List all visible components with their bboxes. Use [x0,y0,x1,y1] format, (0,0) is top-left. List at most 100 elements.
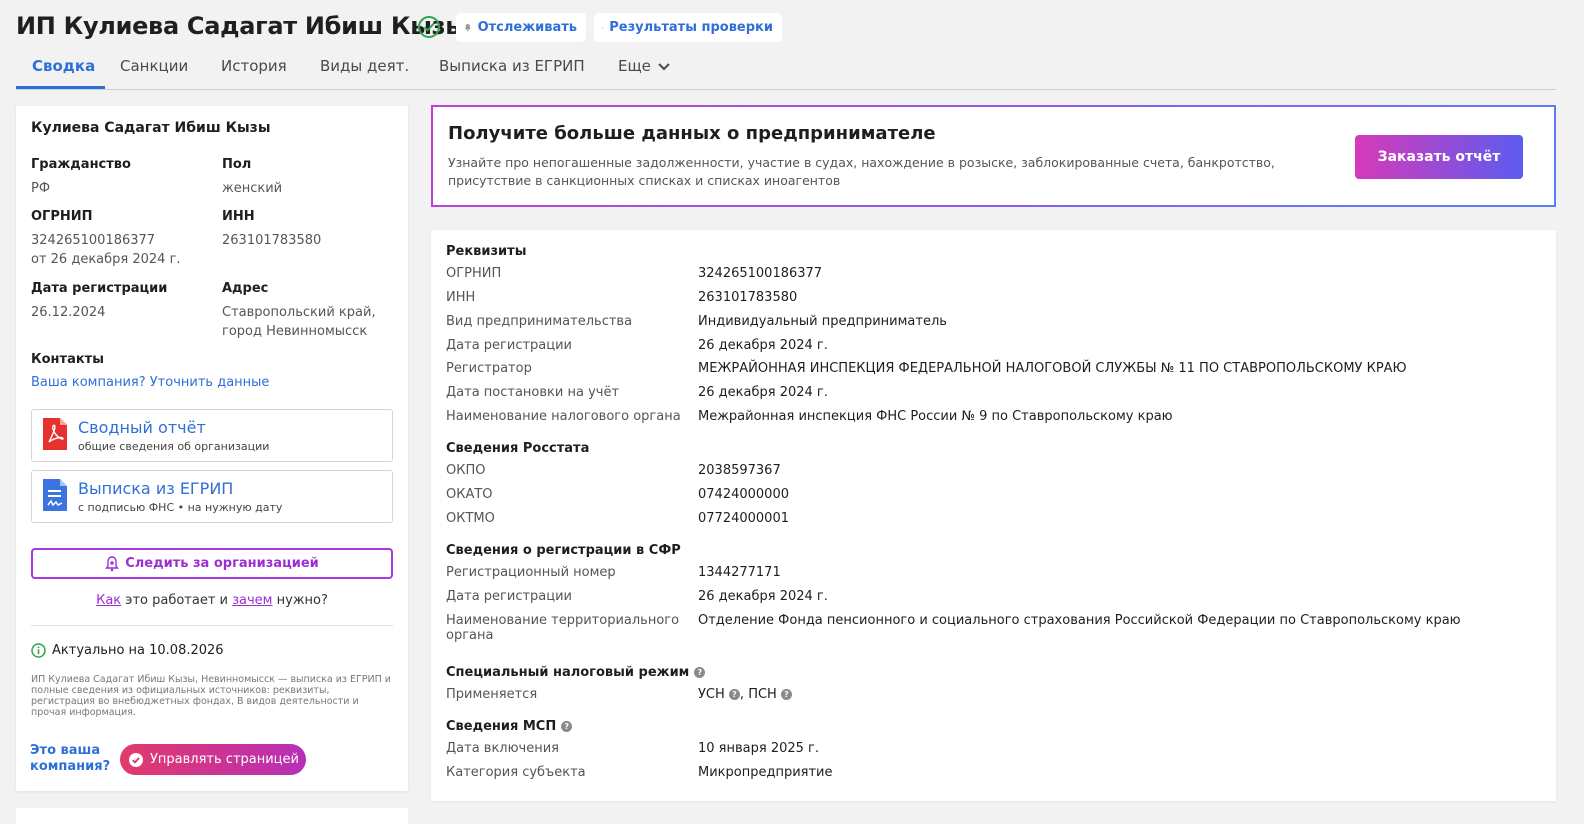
info-icon [31,643,46,658]
sfr-key: Дата регистрации [446,589,573,604]
page-title: ИП Кулиева Садагат Ибиш Кызы [16,12,467,40]
ogrnip-label: ОГРНИП [31,209,93,224]
req-value: Межрайонная инспекция ФНС России № 9 по … [698,409,1173,424]
req-value: 26 декабря 2024 г. [698,338,828,353]
req-key: Дата постановки на учёт [446,385,620,400]
citizenship-label: Гражданство [31,157,131,172]
promo-title: Получите больше данных о предпринимателе [448,123,936,144]
regdate-value: 26.12.2024 [31,305,106,320]
tax-psn: ПСН [748,687,777,702]
tab-egrip-extract[interactable]: Выписка из ЕГРИП [423,57,601,89]
shield-check-icon [129,752,143,767]
help-icon[interactable]: ? [694,667,706,678]
follow-organization-button[interactable]: Следить за организацией [31,548,393,579]
summary-report-title: Сводный отчёт [78,418,206,437]
sex-value: женский [222,181,283,196]
regdate-label: Дата регистрации [31,281,168,296]
sfr-value: 26 декабря 2024 г. [698,589,828,604]
update-data-link[interactable]: Ваша компания? Уточнить данные [31,375,269,390]
help-icon[interactable]: ? [561,721,573,732]
tax-regime-title: Специальный налоговый режим [446,665,690,680]
summary-report-item[interactable]: Сводный отчёт общие сведения об организа… [31,409,393,462]
how-text-2: нужно? [272,593,328,608]
msp-section: Сведения МСП? [446,719,573,734]
ogrnip-value: 324265100186377 [31,233,156,248]
rosstat-key: ОКАТО [446,487,493,502]
ogrnip-date: от 26 декабря 2024 г. [31,252,181,267]
tabs-divider [16,89,1556,90]
order-report-button[interactable]: Заказать отчёт [1355,135,1523,179]
manage-page-button[interactable]: Управлять страницей [120,744,306,775]
how-link[interactable]: Как [96,593,121,608]
actuality-row: Актуально на 10.08.2026 [31,643,224,658]
tab-history[interactable]: История [205,57,303,89]
bell-plus-icon [105,555,120,571]
sfr-title: Сведения о регистрации в СФР [446,543,681,558]
tab-sanctions[interactable]: Санкции [104,57,204,89]
sfr-key: Регистрационный номер [446,565,616,580]
page-description: ИП Кулиева Садагат Ибиш Кызы, Невинномыс… [31,674,391,718]
rosstat-value: 07724000001 [698,511,789,526]
msp-title: Сведения МСП [446,719,557,734]
tab-activities[interactable]: Виды деят. [304,57,425,89]
egrip-extract-item[interactable]: Выписка из ЕГРИП с подписью ФНС • на нуж… [31,470,393,523]
tab-summary[interactable]: Сводка [16,57,111,89]
track-button[interactable]: Отслеживать [456,13,586,42]
req-value: 263101783580 [698,290,798,305]
tax-regime-values: УСН ?, ПСН ? [698,687,792,702]
summary-report-subtitle: общие сведения об организации [78,440,270,453]
help-icon[interactable]: ? [780,689,792,700]
tab-more[interactable]: Еще [602,57,687,89]
signed-document-icon [43,479,67,511]
req-key: Вид предпринимательства [446,314,633,329]
citizenship-value: РФ [31,181,51,196]
req-key: ОГРНИП [446,266,502,281]
rosstat-key: ОКПО [446,463,486,478]
rosstat-key: ОКТМО [446,511,495,526]
promo-banner: Получите больше данных о предпринимателе… [431,105,1556,207]
sfr-value: 1344277171 [698,565,781,580]
msp-value: Микропредприятие [698,765,833,780]
track-label: Отслеживать [477,20,577,35]
rosstat-title: Сведения Росстата [446,441,590,456]
msp-value: 10 января 2025 г. [698,741,820,756]
req-value: 324265100186377 [698,266,823,281]
details-card: Реквизиты ОГРНИП 324265100186377 ИНН 263… [431,230,1556,801]
address-line1: Ставропольский край, [222,305,376,320]
manage-page-label: Управлять страницей [150,752,299,767]
check-results-label: Результаты проверки [609,20,773,35]
bell-icon [464,23,471,32]
why-link[interactable]: зачем [232,593,272,608]
chevron-down-icon [658,62,670,70]
tax-regime-key: Применяется [446,687,538,702]
check-results-button[interactable]: Результаты проверки [594,13,782,42]
pdf-icon [43,418,67,450]
requisites-title: Реквизиты [446,244,527,259]
sfr-key: Наименование территориального органа [446,613,680,643]
req-key: Наименование налогового органа [446,409,681,424]
tax-usn: УСН [698,687,725,702]
edit-icon [602,27,604,29]
is-your-company-link[interactable]: Это ваша компания? [30,743,114,775]
help-icon[interactable]: ? [728,689,740,700]
tax-regime-section: Специальный налоговый режим? [446,665,706,680]
req-key: Дата регистрации [446,338,573,353]
how-text-1: это работает и [121,593,233,608]
tax-separator: , [739,687,749,702]
contacts-label: Контакты [31,352,104,367]
rosstat-value: 07424000000 [698,487,789,502]
rosstat-value: 2038597367 [698,463,781,478]
inn-value: 263101783580 [222,233,322,248]
next-card-edge [16,808,408,824]
how-it-works-text: Как это работает и зачем нужно? [16,593,408,608]
address-line2: город Невинномысск [222,324,368,339]
entrepreneur-card: Кулиева Садагат Ибиш Кызы Гражданство РФ… [16,106,408,791]
sex-label: Пол [222,157,252,172]
promo-text: Узнайте про непогашенные задолженности, … [448,155,1275,188]
msp-key: Дата включения [446,741,560,756]
sfr-value: Отделение Фонда пенсионного и социальног… [698,613,1461,628]
egrip-extract-subtitle: с подписью ФНС • на нужную дату [78,501,283,514]
msp-key: Категория субъекта [446,765,586,780]
follow-label: Следить за организацией [125,556,319,571]
tab-more-label: Еще [618,57,651,75]
